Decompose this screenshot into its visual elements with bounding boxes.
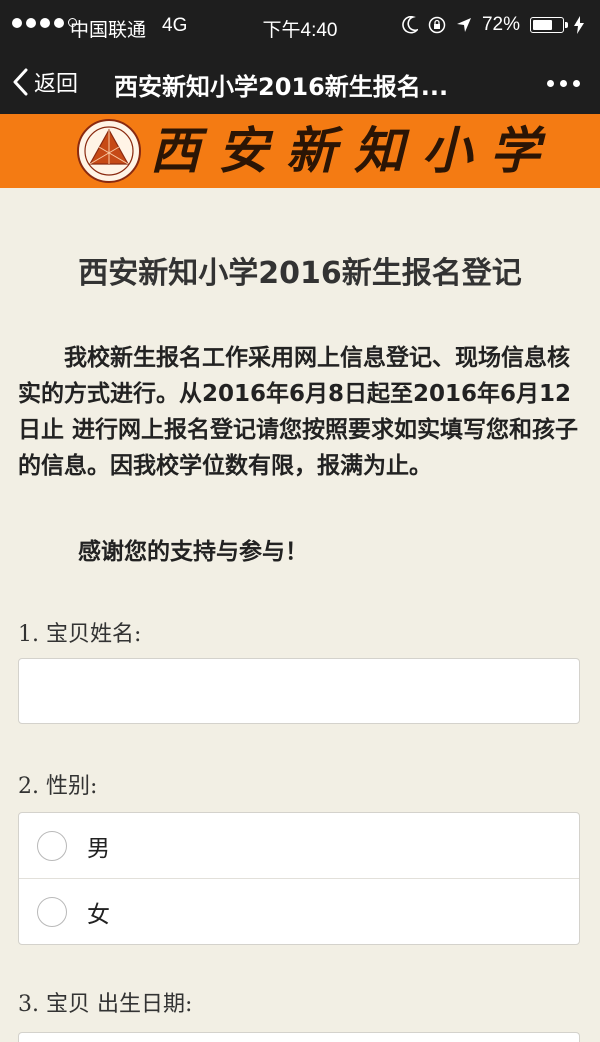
question-2-label: 2. 性别:	[18, 774, 98, 799]
page-title: 西安新知小学2016新生报名...	[114, 73, 449, 101]
school-name-calligraphy: 西安新知小学	[150, 121, 558, 180]
question-1-label: 1. 宝贝姓名:	[18, 622, 142, 647]
status-icons: 72%	[402, 14, 584, 36]
location-arrow-icon	[456, 18, 471, 32]
nav-bar: 返回 西安新知小学2016新生报名...	[0, 52, 600, 114]
gender-option-male[interactable]: 男	[19, 813, 579, 878]
battery-icon	[530, 17, 568, 33]
radio-button[interactable]	[37, 830, 67, 861]
thanks-text: 感谢您的支持与参与！	[78, 539, 308, 565]
gender-option-label: 女	[87, 901, 110, 928]
form-title: 西安新知小学2016新生报名登记	[78, 256, 522, 291]
more-options-button[interactable]	[547, 80, 580, 87]
baby-name-input[interactable]	[18, 658, 580, 724]
gender-radio-group: 男 女	[18, 812, 580, 945]
question-3-label: 3. 宝贝 出生日期:	[18, 992, 193, 1017]
charging-bolt-icon	[574, 16, 584, 34]
gender-option-female[interactable]: 女	[19, 878, 579, 944]
radio-button[interactable]	[37, 896, 67, 927]
back-button[interactable]: 返回	[12, 66, 78, 98]
battery-percent: 72%	[481, 14, 520, 35]
moon-icon	[402, 16, 418, 34]
chevron-left-icon	[13, 68, 28, 96]
back-label: 返回	[34, 72, 79, 97]
gender-option-label: 男	[87, 835, 110, 862]
intro-text: 我校新生报名工作采用网上信息登记、现场信息核实的方式进行。从2016年6月8日起…	[18, 345, 579, 479]
school-logo-icon	[77, 119, 141, 183]
status-bar: 中国联通 4G 下午4:40 72%	[0, 0, 600, 52]
rotation-lock-icon	[428, 16, 446, 34]
school-banner: 西安新知小学	[0, 114, 600, 188]
